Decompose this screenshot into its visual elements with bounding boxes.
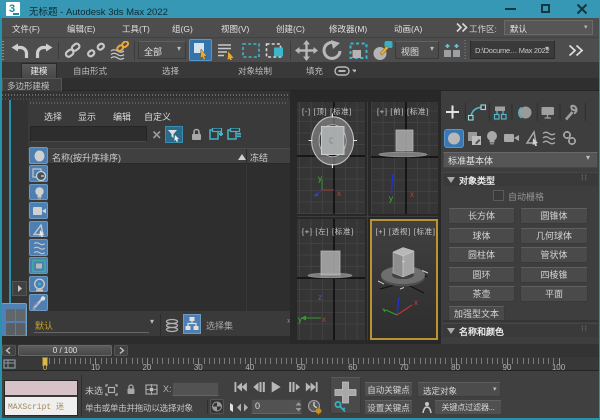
svg-text:x: x [337,189,341,198]
svg-text:x: x [322,315,326,324]
svg-text:y: y [389,194,393,203]
svg-text:y: y [318,174,322,183]
svg-text:y: y [298,315,302,324]
svg-text:x: x [414,298,418,307]
svg-text:z: z [318,293,322,302]
svg-text:x: x [410,190,414,199]
